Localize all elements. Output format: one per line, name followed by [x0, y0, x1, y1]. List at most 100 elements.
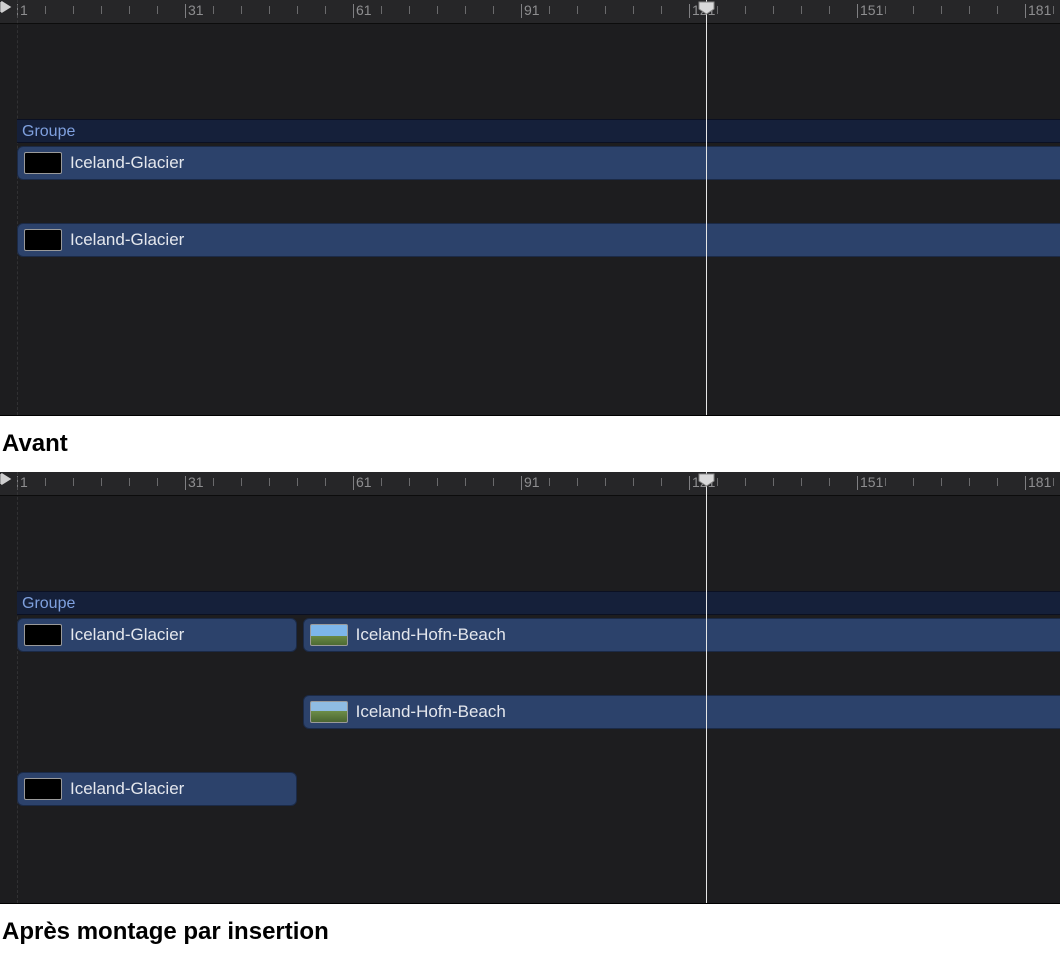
ruler-tick: [521, 476, 522, 490]
ruler-tick: [241, 478, 242, 486]
caption-after: Après montage par insertion: [2, 918, 1060, 946]
ruler-label: 91: [524, 2, 540, 18]
tracks-area[interactable]: Groupe Iceland-Glacier Iceland-Hofn-Beach…: [0, 496, 1060, 903]
ruler-tick: [605, 6, 606, 14]
ruler-tick: [129, 478, 130, 486]
ruler-tick: [801, 6, 802, 14]
ruler-tick: [409, 6, 410, 14]
ruler-label: 151: [860, 474, 883, 490]
ruler-label: 181: [1028, 2, 1051, 18]
ruler-tick: [185, 476, 186, 490]
ruler-tick: [661, 6, 662, 14]
clip-name: Iceland-Glacier: [70, 153, 184, 173]
ruler-label: 181: [1028, 474, 1051, 490]
ruler-label: 121: [692, 474, 715, 490]
clip-thumbnail: [24, 152, 62, 174]
clip[interactable]: Iceland-Glacier: [17, 618, 297, 652]
ruler-tick: [801, 478, 802, 486]
ruler-tick: [241, 6, 242, 14]
ruler-tick: [101, 6, 102, 14]
ruler-ticks: 1316191121151181: [0, 472, 1060, 495]
timeline-after[interactable]: 1316191121151181 Groupe Iceland-GlacierI…: [0, 472, 1060, 904]
ruler-tick: [1053, 478, 1054, 486]
ruler[interactable]: 1316191121151181: [0, 0, 1060, 24]
ruler-tick: [437, 6, 438, 14]
ruler-tick: [829, 478, 830, 486]
ruler-tick: [941, 478, 942, 486]
ruler-tick: [857, 476, 858, 490]
ruler-tick: [353, 4, 354, 18]
timeline-before[interactable]: 1316191121151181 Groupe Iceland-GlacierI…: [0, 0, 1060, 416]
ruler-tick: [997, 6, 998, 14]
ruler-tick: [325, 6, 326, 14]
ruler-tick: [213, 6, 214, 14]
clip-name: Iceland-Glacier: [70, 779, 184, 799]
ruler-tick: [409, 478, 410, 486]
ruler-tick: [325, 478, 326, 486]
ruler-tick: [577, 478, 578, 486]
ruler-label: 61: [356, 474, 372, 490]
ruler-tick: [157, 6, 158, 14]
clip-thumbnail: [310, 624, 348, 646]
clip-name: Iceland-Glacier: [70, 625, 184, 645]
ruler-label: 121: [692, 2, 715, 18]
ruler-tick: [969, 6, 970, 14]
clip-thumbnail: [24, 624, 62, 646]
ruler-tick: [885, 6, 886, 14]
ruler-tick: [969, 478, 970, 486]
ruler-tick: [577, 6, 578, 14]
clip[interactable]: Iceland-Glacier: [17, 772, 297, 806]
ruler-tick: [437, 478, 438, 486]
ruler-ticks: 1316191121151181: [0, 0, 1060, 23]
ruler-tick: [73, 6, 74, 14]
ruler-label: 91: [524, 474, 540, 490]
clip[interactable]: Iceland-Hofn-Beach: [303, 618, 1060, 652]
ruler-tick: [493, 478, 494, 486]
ruler-tick: [493, 6, 494, 14]
ruler-tick: [269, 478, 270, 486]
ruler-tick: [773, 478, 774, 486]
ruler-tick: [269, 6, 270, 14]
clip[interactable]: Iceland-Glacier: [17, 146, 1060, 180]
ruler-tick: [997, 478, 998, 486]
clip[interactable]: Iceland-Hofn-Beach: [303, 695, 1060, 729]
tracks-area[interactable]: Groupe Iceland-Glacier Iceland-Glacier: [0, 24, 1060, 415]
group-header[interactable]: Groupe: [17, 119, 1060, 143]
ruler-tick: [661, 478, 662, 486]
clip-name: Iceland-Hofn-Beach: [356, 702, 506, 722]
clip-thumbnail: [24, 778, 62, 800]
ruler-tick: [913, 6, 914, 14]
ruler-tick: [185, 4, 186, 18]
ruler-tick: [381, 478, 382, 486]
ruler-tick: [1025, 476, 1026, 490]
group-header[interactable]: Groupe: [17, 591, 1060, 615]
clip-name: Iceland-Glacier: [70, 230, 184, 250]
ruler-tick: [101, 478, 102, 486]
ruler-tick: [213, 478, 214, 486]
ruler-tick: [885, 478, 886, 486]
ruler-tick: [297, 6, 298, 14]
ruler-label: 151: [860, 2, 883, 18]
ruler-tick: [157, 478, 158, 486]
clip-thumbnail: [24, 229, 62, 251]
ruler-tick: [73, 478, 74, 486]
ruler-tick: [1025, 4, 1026, 18]
ruler-tick: [353, 476, 354, 490]
ruler-tick: [1053, 6, 1054, 14]
ruler-tick: [521, 4, 522, 18]
ruler-tick: [689, 4, 690, 18]
clip-name: Iceland-Hofn-Beach: [356, 625, 506, 645]
ruler-tick: [129, 6, 130, 14]
ruler-tick: [633, 6, 634, 14]
ruler-tick: [857, 4, 858, 18]
ruler-tick: [465, 6, 466, 14]
ruler-tick: [45, 478, 46, 486]
ruler-label: 1: [20, 474, 28, 490]
ruler-tick: [633, 478, 634, 486]
clip[interactable]: Iceland-Glacier: [17, 223, 1060, 257]
clip-thumbnail: [310, 701, 348, 723]
ruler-tick: [829, 6, 830, 14]
ruler[interactable]: 1316191121151181: [0, 472, 1060, 496]
ruler-tick: [45, 6, 46, 14]
caption-before: Avant: [2, 430, 1060, 458]
